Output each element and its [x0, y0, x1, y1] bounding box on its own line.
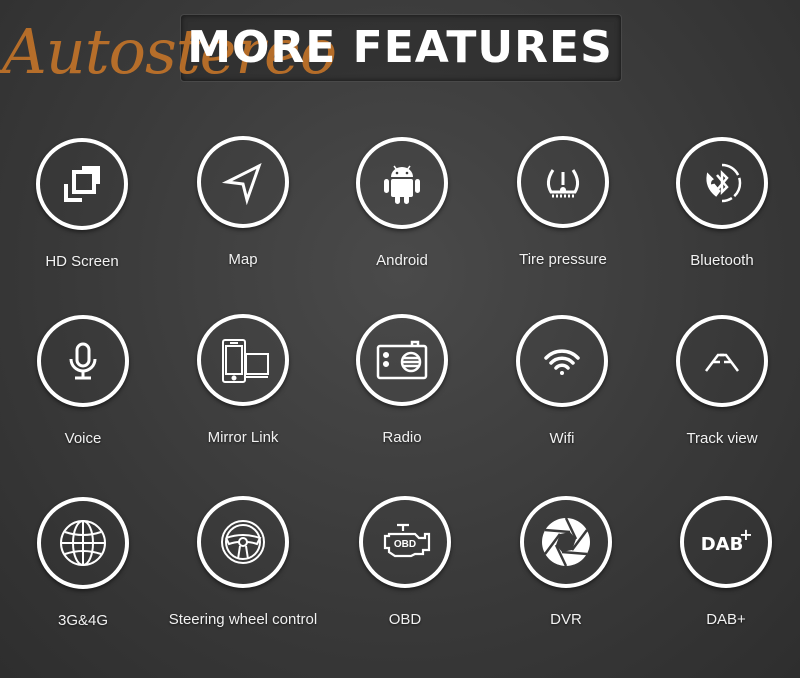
dab-plus-icon: DAB +: [680, 496, 772, 588]
feature-mirror-link: Mirror Link: [163, 314, 323, 450]
feature-label: Wifi: [549, 430, 575, 447]
radio-icon: [356, 314, 448, 406]
feature-bluetooth: Bluetooth: [642, 137, 800, 273]
feature-tire-pressure: Tire pressure: [483, 136, 643, 272]
svg-text:OBD: OBD: [394, 539, 416, 550]
feature-label: Track view: [686, 430, 758, 447]
svg-text:+: +: [739, 525, 752, 544]
feature-label: Android: [376, 252, 428, 269]
feature-dab-plus: DAB + DAB+: [646, 496, 800, 632]
feature-wifi: Wifi: [482, 315, 642, 451]
feature-label: DVR: [550, 611, 582, 628]
navigation-arrow-icon: [197, 136, 289, 228]
feature-radio: Radio: [322, 314, 482, 450]
microphone-icon: [37, 315, 129, 407]
feature-label: Tire pressure: [519, 251, 607, 268]
steering-wheel-icon: [197, 496, 289, 588]
feature-label: 3G&4G: [57, 612, 109, 629]
track-view-icon: [676, 315, 768, 407]
feature-map: Map: [163, 136, 323, 272]
feature-label: Bluetooth: [690, 252, 754, 269]
feature-dvr: DVR: [486, 496, 646, 632]
tire-pressure-icon: [517, 136, 609, 228]
feature-label: OBD: [388, 611, 422, 628]
page-title: MORE FEATURES: [187, 22, 613, 73]
feature-android: Android: [322, 137, 482, 273]
feature-label: Mirror Link: [207, 429, 279, 446]
feature-label: Map: [228, 251, 258, 268]
feature-label: DAB+: [706, 611, 746, 628]
feature-voice: Voice: [3, 315, 163, 451]
feature-hd-screen: HD Screen: [2, 138, 162, 274]
obd-engine-icon: OBD: [359, 496, 451, 588]
bluetooth-phone-icon: [676, 137, 768, 229]
feature-steering-wheel: Steering wheel control: [163, 496, 323, 632]
feature-label: HD Screen: [45, 253, 119, 270]
feature-3g-4g: 3G&4G: [3, 497, 163, 633]
svg-text:DAB: DAB: [701, 534, 744, 555]
feature-track-view: Track view: [642, 315, 800, 451]
feature-label: Radio: [382, 429, 422, 446]
feature-label: Steering wheel control: [168, 611, 318, 628]
feature-label: Voice: [64, 430, 102, 447]
wifi-icon: [516, 315, 608, 407]
globe-icon: [37, 497, 129, 589]
camera-aperture-icon: [520, 496, 612, 588]
mirror-link-icon: [197, 314, 289, 406]
fullscreen-icon: [36, 138, 128, 230]
android-icon: [356, 137, 448, 229]
feature-obd: OBD OBD: [325, 496, 485, 632]
